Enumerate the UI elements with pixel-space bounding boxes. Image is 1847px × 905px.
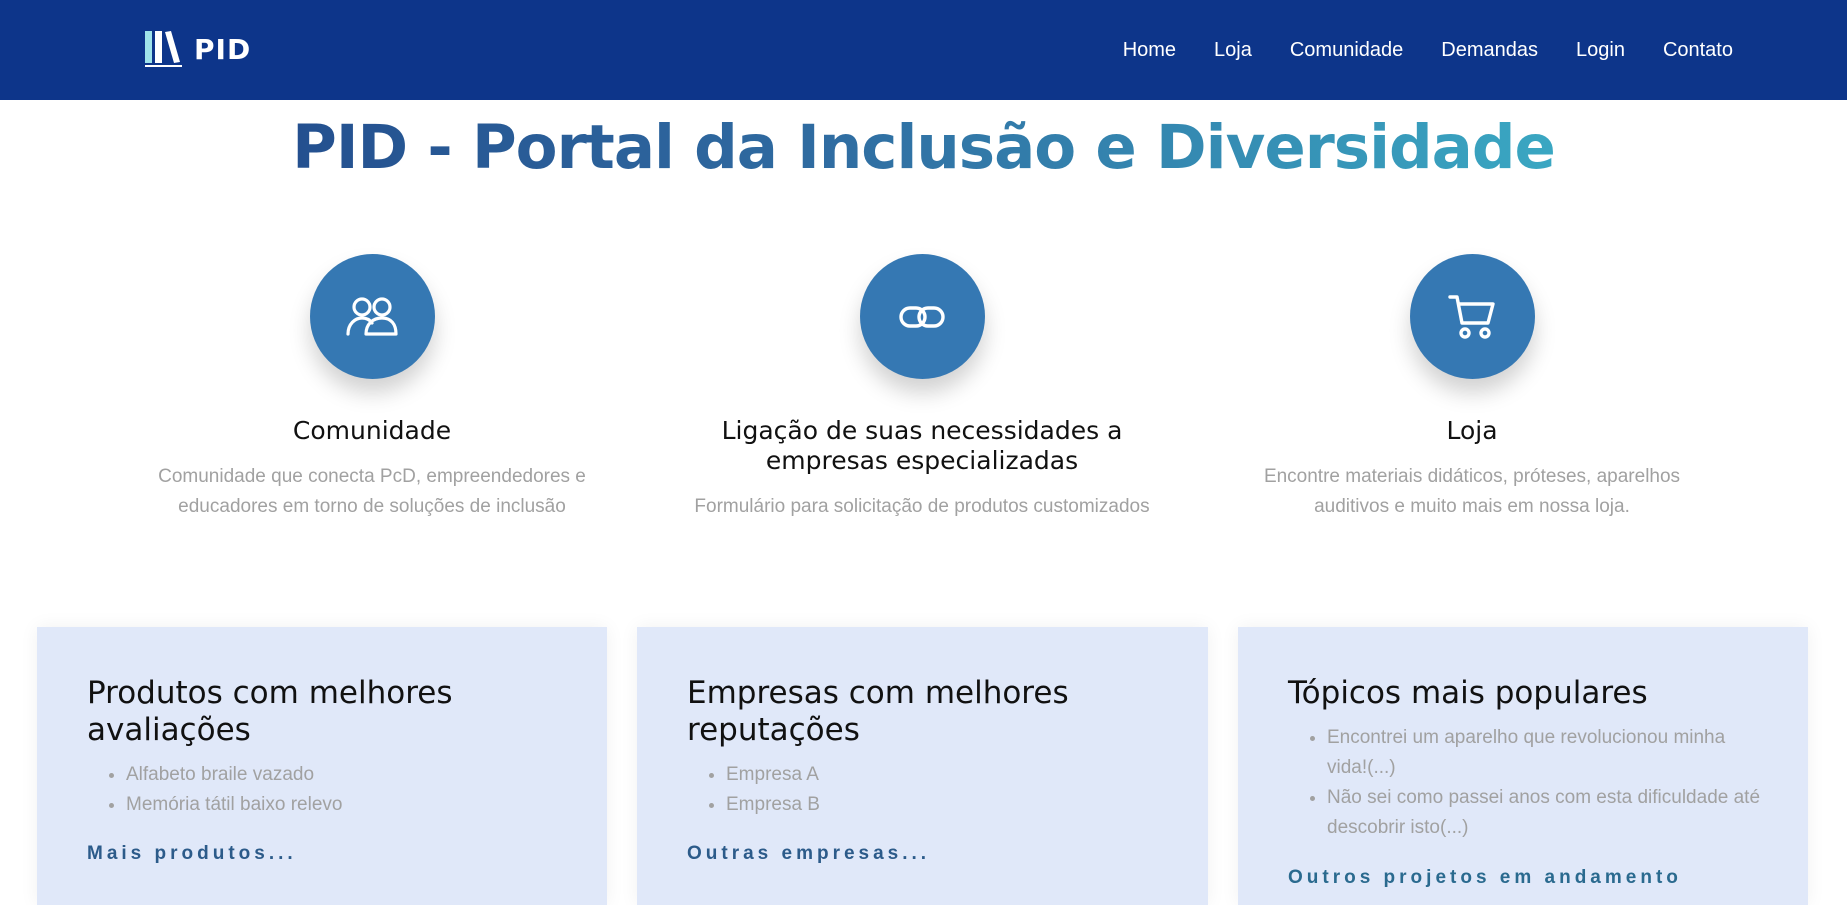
feature-text: Encontre materiais didáticos, próteses, … [1263,466,1681,517]
logo-text: PID [194,32,252,66]
card-list: Encontrei um aparelho que revolucionou m… [1327,723,1767,843]
page-title: PID - Portal da Inclusão e Diversidade [292,112,1556,183]
feature-icon-circle[interactable] [309,254,435,379]
list-item[interactable]: Empresa B [726,790,1166,820]
card-list: Empresa A Empresa B [726,760,1166,820]
list-item[interactable]: Memória tátil baixo relevo [126,790,566,820]
more-products-link[interactable]: Mais produtos... [87,843,297,865]
feature-loja: Loja Encontre materiais didáticos, próte… [1242,254,1702,522]
navbar: PID Home Loja Comunidade Demandas Login … [0,0,1847,100]
card-produtos: Produtos com melhores avaliações Alfabet… [37,627,607,905]
nav-comunidade[interactable]: Comunidade [1290,39,1403,62]
list-item[interactable]: Não sei como passei anos com esta dificu… [1327,783,1767,843]
feature-title: Ligação de suas necessidades a empresas … [721,416,1123,475]
books-logo-icon [145,31,182,67]
nav-contato[interactable]: Contato [1663,39,1733,62]
nav-login[interactable]: Login [1576,39,1625,62]
feature-title: Loja [1446,416,1498,445]
nav-demandas[interactable]: Demandas [1441,39,1538,62]
card-title: Tópicos mais populares [1288,675,1648,711]
nav-loja[interactable]: Loja [1214,39,1252,62]
feature-text: Comunidade que conecta PcD, empreendedor… [158,466,586,517]
card-title: Produtos com melhores avaliações [87,675,453,748]
card-empresas: Empresas com melhores reputações Empresa… [637,627,1208,905]
card-title: Empresas com melhores reputações [687,675,1069,748]
link-icon [899,305,945,328]
users-icon [346,296,398,336]
more-projects-link[interactable]: Outros projetos em andamento [1288,867,1682,889]
more-companies-link[interactable]: Outras empresas... [687,843,930,865]
feature-ligacao: Ligação de suas necessidades a empresas … [692,254,1152,522]
list-item[interactable]: Alfabeto braile vazado [126,760,566,790]
feature-comunidade: Comunidade Comunidade que conecta PcD, e… [142,254,602,522]
list-item[interactable]: Encontrei um aparelho que revolucionou m… [1327,723,1767,783]
feature-title: Comunidade [292,416,452,445]
card-list: Alfabeto braile vazado Memória tátil bai… [126,760,566,820]
nav-home[interactable]: Home [1123,39,1176,62]
cart-icon [1448,294,1495,339]
feature-text: Formulário para solicitação de produtos … [694,496,1150,517]
main-nav: Home Loja Comunidade Demandas Login Cont… [1085,0,1733,100]
logo[interactable]: PID [144,30,264,68]
feature-icon-circle[interactable] [859,254,985,379]
list-item[interactable]: Empresa A [726,760,1166,790]
card-topicos: Tópicos mais populares Encontrei um apar… [1238,627,1808,905]
feature-icon-circle[interactable] [1409,254,1535,379]
